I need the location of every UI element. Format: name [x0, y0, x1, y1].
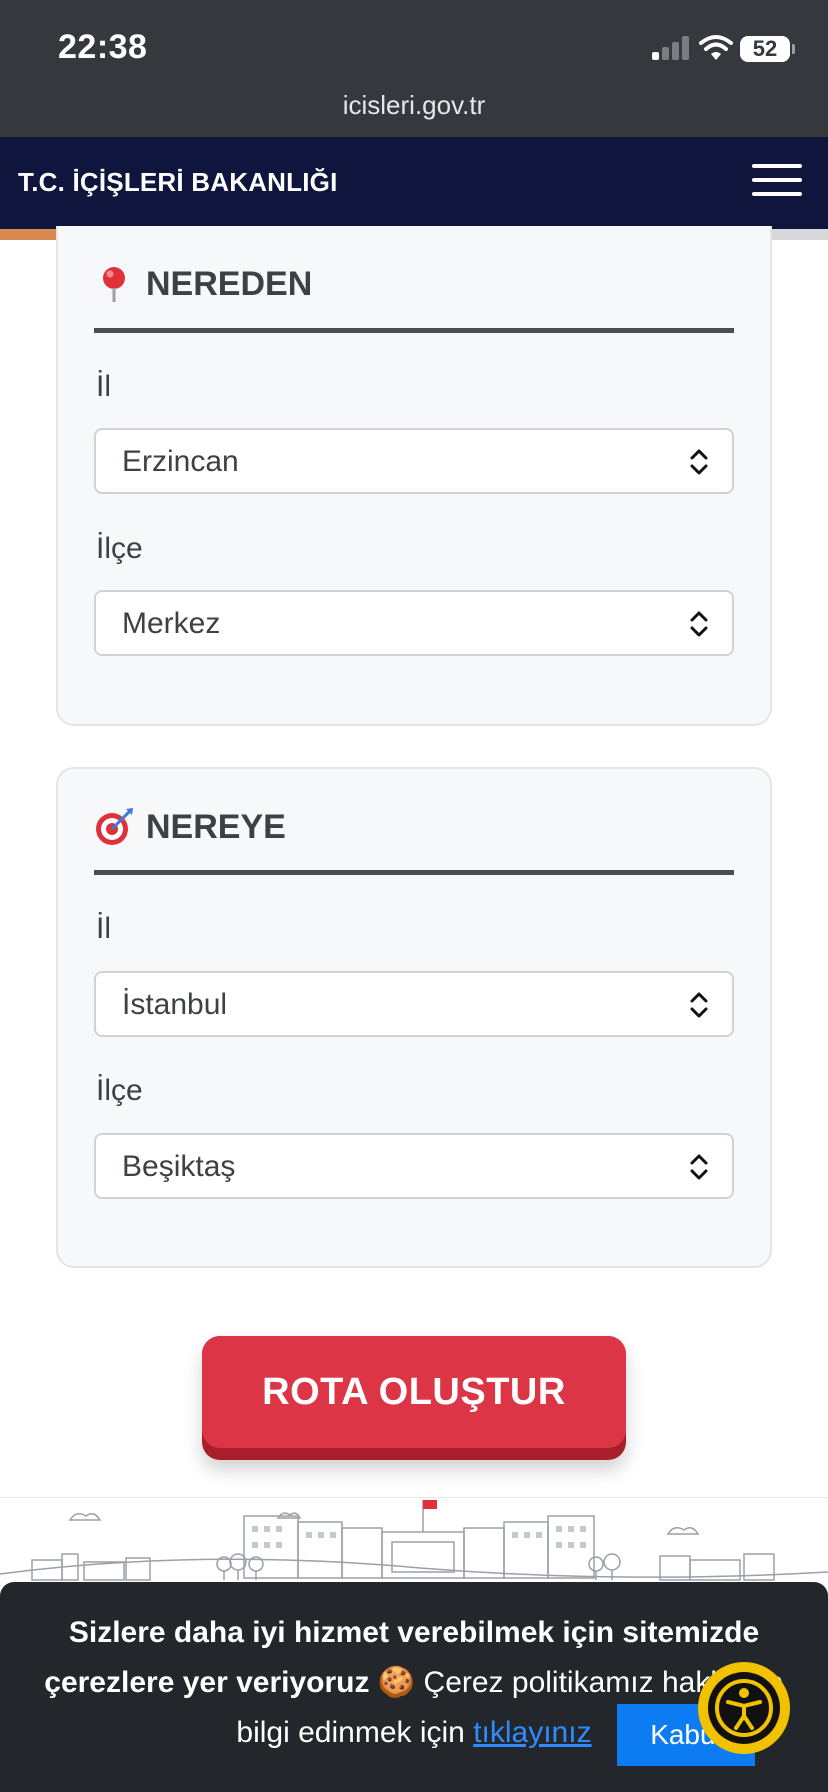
- nereye-ilce-label: İlçe: [96, 1074, 143, 1107]
- nereye-title: NEREYE: [146, 807, 286, 846]
- wifi-icon: [699, 35, 733, 60]
- nereye-heading: NEREYE: [94, 807, 286, 847]
- accessibility-button[interactable]: [698, 1662, 790, 1754]
- url-bar[interactable]: icisleri.gov.tr: [0, 90, 828, 121]
- nereden-il-value: Erzincan: [122, 445, 239, 478]
- nereden-divider: [94, 328, 734, 333]
- pushpin-icon: [103, 267, 125, 302]
- nereye-ilce-value: Beşiktaş: [122, 1150, 236, 1183]
- nereye-card: NEREYE İl İstanbul İlçe Beşiktaş: [56, 767, 772, 1268]
- site-title[interactable]: T.C. İÇİŞLERİ BAKANLIĞI: [18, 167, 338, 198]
- nereden-heading: NEREDEN: [94, 264, 312, 304]
- cookie-policy-link[interactable]: tıklayınız: [473, 1716, 591, 1749]
- cookie-emoji: 🍪: [377, 1666, 416, 1699]
- nereye-divider: [94, 870, 734, 875]
- nereye-il-label: İl: [96, 912, 111, 945]
- cookie-text-part1: Çerez politikamız: [423, 1666, 654, 1699]
- nereye-il-value: İstanbul: [122, 988, 228, 1021]
- chevron-updown-icon: [690, 992, 708, 1018]
- menu-icon[interactable]: [752, 160, 802, 200]
- nereden-title: NEREDEN: [146, 264, 313, 303]
- chevron-updown-icon: [690, 611, 708, 637]
- nereden-ilce-select[interactable]: Merkez: [94, 590, 734, 656]
- chevron-updown-icon: [690, 1154, 708, 1180]
- nereden-ilce-label: İlçe: [96, 532, 143, 565]
- dart-target-icon: [96, 808, 133, 845]
- battery-icon: 52: [740, 36, 790, 62]
- nereye-ilce-select[interactable]: Beşiktaş: [94, 1133, 734, 1199]
- nereden-il-select[interactable]: Erzincan: [94, 428, 734, 494]
- nereden-card: NEREDEN İl Erzincan İlçe Merkez: [56, 226, 772, 726]
- status-bar: 22:38 52 icisleri.gov.tr: [0, 0, 828, 137]
- nereden-ilce-value: Merkez: [122, 607, 221, 640]
- accessibility-icon: [715, 1679, 773, 1737]
- accessibility-icon-bg: [708, 1672, 780, 1744]
- battery-nub: [792, 44, 795, 54]
- cellular-signal-icon: [652, 36, 690, 60]
- site-header: T.C. İÇİŞLERİ BAKANLIĞI: [0, 137, 828, 229]
- rota-olustur-button[interactable]: ROTA OLUŞTUR: [202, 1336, 626, 1448]
- nereye-il-select[interactable]: İstanbul: [94, 971, 734, 1037]
- clock: 22:38: [58, 28, 148, 66]
- chevron-updown-icon: [690, 449, 708, 475]
- ministry-building-illustration: [0, 1500, 828, 1581]
- nereden-il-label: İl: [96, 370, 111, 403]
